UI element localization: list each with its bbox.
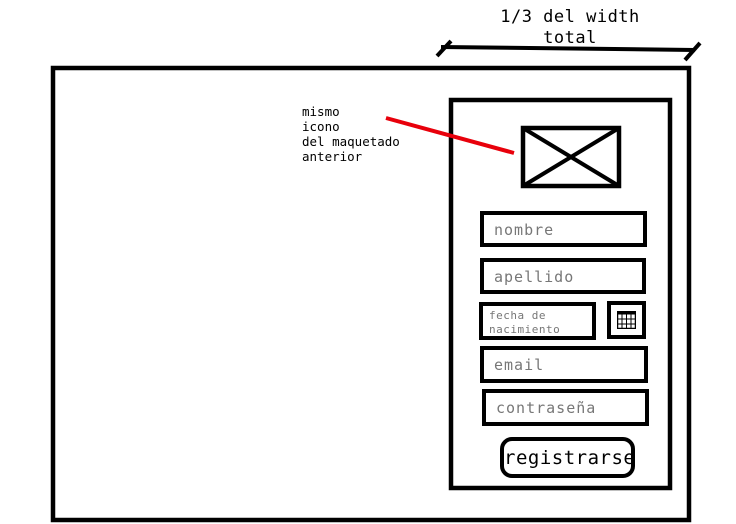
email-placeholder: email: [494, 356, 545, 374]
fecha-placeholder: fecha de nacimiento: [489, 309, 561, 336]
calendar-button[interactable]: [607, 301, 646, 339]
nombre-input[interactable]: nombre: [480, 211, 647, 247]
image-placeholder-icon: [520, 125, 622, 189]
email-input[interactable]: email: [480, 346, 648, 383]
register-button[interactable]: registrarse: [500, 437, 635, 478]
icon-annotation: mismo icono del maquetado anterior: [302, 104, 400, 164]
password-input[interactable]: contraseña: [482, 389, 649, 426]
width-annotation: 1/3 del width total: [500, 7, 640, 48]
calendar-icon: [617, 311, 636, 329]
registration-panel: [448, 97, 673, 491]
apellido-placeholder: apellido: [494, 268, 575, 286]
apellido-input[interactable]: apellido: [480, 258, 646, 294]
password-placeholder: contraseña: [496, 399, 597, 417]
nombre-placeholder: nombre: [494, 221, 555, 239]
fecha-nacimiento-input[interactable]: fecha de nacimiento: [479, 302, 596, 340]
